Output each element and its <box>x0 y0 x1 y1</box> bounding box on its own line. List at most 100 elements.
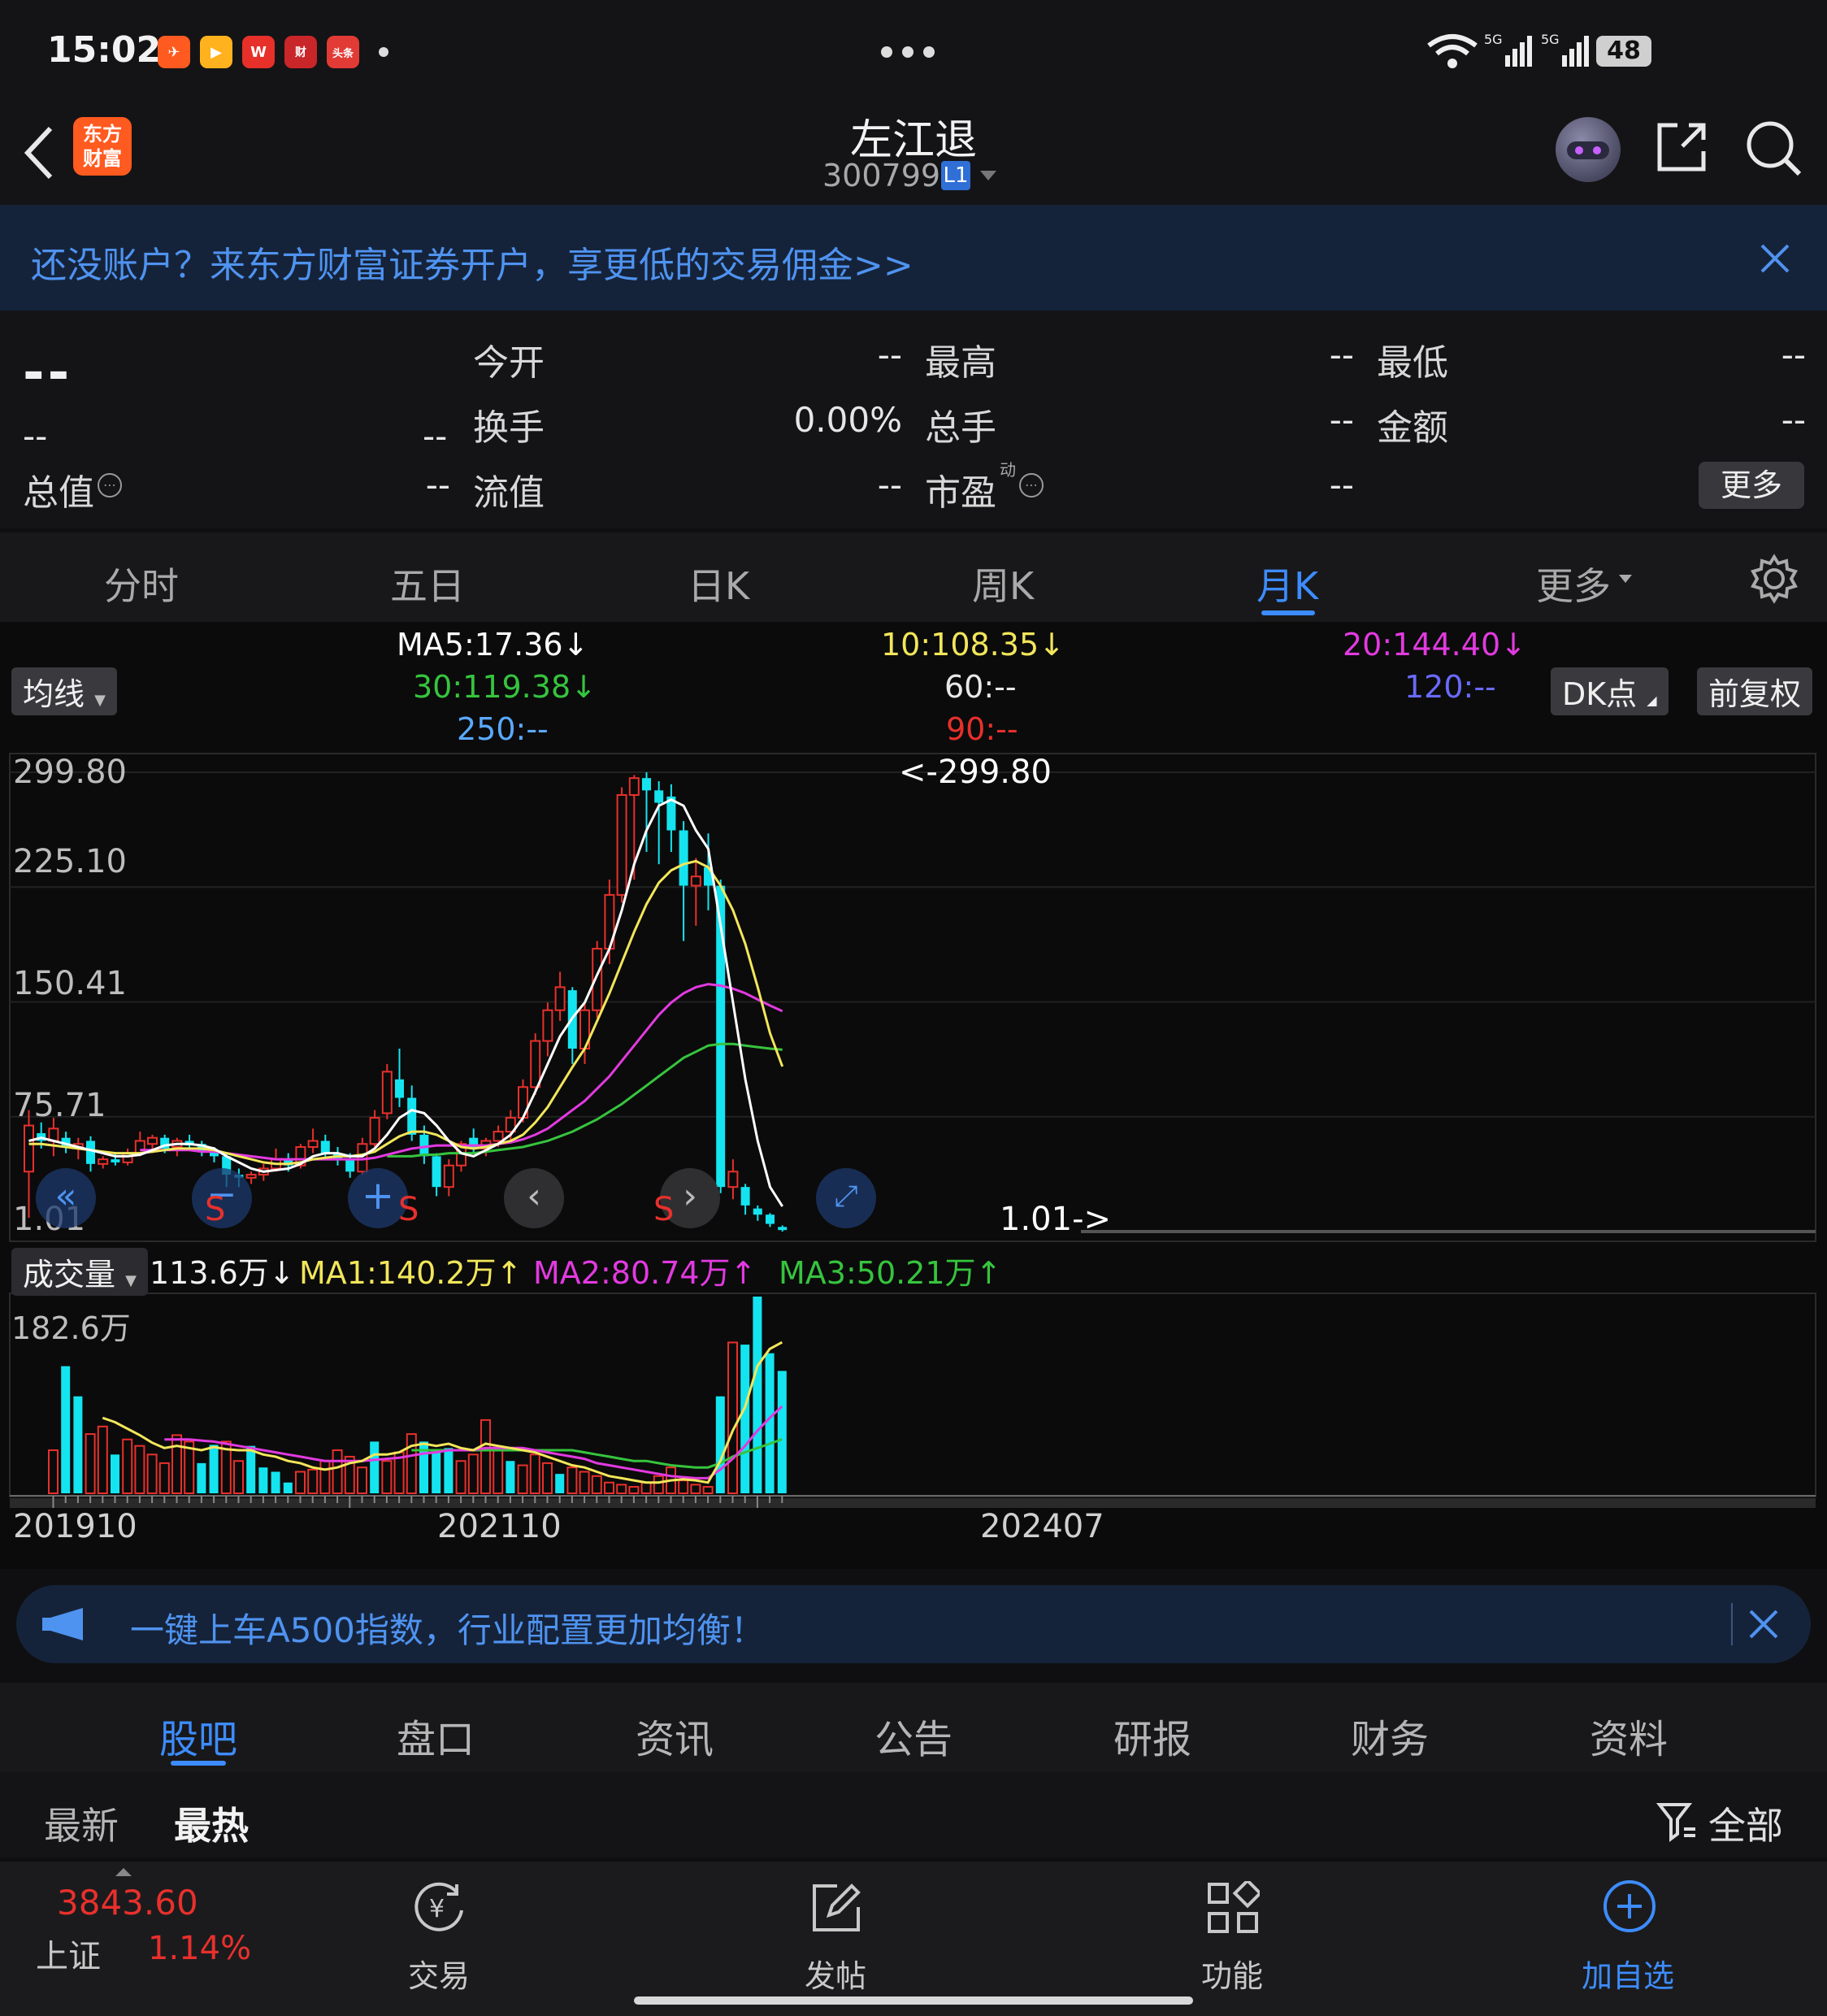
post-sort-bar: 最新 最热 全部 <box>0 1772 1827 1857</box>
candle-body-up <box>443 1164 454 1188</box>
value-amount: -- <box>1781 400 1806 440</box>
tab-guba[interactable]: 股吧 <box>159 1707 237 1764</box>
tab-more[interactable]: 更多 <box>1536 557 1611 610</box>
banner-close-icon[interactable] <box>1757 241 1793 276</box>
label-low: 最低 <box>1377 342 1448 384</box>
index-value[interactable]: 3843.60 <box>57 1883 198 1923</box>
zoom-out-left-icon[interactable]: « <box>36 1168 96 1228</box>
nav-add-watchlist[interactable]: 加自选 <box>1582 1951 1674 1996</box>
volume-bar-up <box>702 1486 714 1495</box>
promo-notice[interactable]: 一键上车A500指数，行业配置更加均衡！ <box>16 1585 1811 1663</box>
add-watchlist-icon[interactable] <box>1601 1878 1658 1935</box>
volume-bar-up <box>158 1462 170 1495</box>
post-edit-icon[interactable] <box>809 1881 863 1935</box>
tab-finance[interactable]: 财务 <box>1351 1707 1429 1764</box>
search-icon[interactable] <box>1742 117 1804 179</box>
filter-icon[interactable] <box>1656 1801 1697 1842</box>
tab-announcement[interactable]: 公告 <box>874 1707 953 1764</box>
tab-weekly-k[interactable]: 周K <box>972 557 1034 610</box>
sort-hot[interactable]: 最热 <box>174 1797 249 1850</box>
volume-bar-down <box>271 1471 280 1493</box>
market-cap-info-icon[interactable]: ⋯ <box>98 473 122 497</box>
banner-text[interactable]: 还没账户？来东方财富证券开户，享更低的交易佣金>> <box>31 236 914 288</box>
candle-body-down <box>86 1141 95 1164</box>
fullscreen-icon[interactable]: ⤢ <box>816 1168 876 1228</box>
tab-pankou[interactable]: 盘口 <box>397 1707 475 1764</box>
app-icon-2: ▶ <box>200 36 232 68</box>
status-bar: 15:02 ✈ ▶ W 财 头条 5G 5G 48 <box>0 0 1827 106</box>
nav-trade[interactable]: 交易 <box>408 1951 470 1996</box>
tab-intraday[interactable]: 分时 <box>104 557 179 610</box>
volume-indicator-button[interactable]: 成交量 ▼ <box>11 1248 148 1296</box>
low-annotation: 1.01-> <box>1000 1201 1112 1238</box>
label-high: 最高 <box>925 342 996 384</box>
volume-panel-frame <box>9 1293 1816 1497</box>
tab-research[interactable]: 研报 <box>1113 1707 1191 1764</box>
app-icon-wps: W <box>242 36 275 68</box>
bottom-nav: 3843.60 上证 1.14% ¥ 交易 发帖 功能 加自选 <box>0 1862 1827 2016</box>
volume-ma2: MA2:80.74万↑ <box>533 1255 757 1291</box>
candle-body-down <box>111 1159 120 1162</box>
notice-divider <box>1731 1603 1733 1645</box>
price-change-pct: -- <box>423 416 448 456</box>
volume-bar-up <box>295 1471 306 1495</box>
tab-profile[interactable]: 资料 <box>1590 1707 1668 1764</box>
volume-bar-up <box>640 1481 652 1494</box>
nav-functions[interactable]: 功能 <box>1201 1951 1263 1996</box>
candle-body-up <box>727 1171 739 1188</box>
notification-dot-icon <box>379 47 388 57</box>
index-expand-icon[interactable] <box>115 1868 132 1876</box>
candle-body-up <box>122 1152 133 1163</box>
settings-gear-icon[interactable] <box>1749 554 1799 604</box>
more-dots-icon <box>881 46 935 61</box>
filter-all[interactable]: 全部 <box>1708 1797 1783 1850</box>
notice-text[interactable]: 一键上车A500指数，行业配置更加均衡！ <box>130 1603 765 1653</box>
tab-five-day[interactable]: 五日 <box>390 557 465 610</box>
code-dropdown-icon[interactable] <box>980 171 996 180</box>
volume-ma3: MA3:50.21万↑ <box>779 1255 1002 1291</box>
ma20-line <box>140 983 783 1161</box>
tab-daily-k[interactable]: 日K <box>688 557 749 610</box>
date-axis-2: 202407 <box>980 1508 1104 1545</box>
notice-close-icon[interactable] <box>1747 1608 1780 1640</box>
functions-grid-icon[interactable] <box>1206 1881 1260 1935</box>
more-quote-button[interactable]: 更多 <box>1699 462 1804 509</box>
candle-body-up <box>369 1117 380 1145</box>
trade-yen-icon[interactable]: ¥ <box>411 1881 470 1933</box>
tab-news[interactable]: 资讯 <box>636 1707 714 1764</box>
share-icon[interactable] <box>1653 119 1710 176</box>
scroll-left-icon[interactable]: ‹ <box>504 1168 564 1228</box>
volume-bar-up <box>727 1341 738 1494</box>
candle-body-down <box>432 1156 441 1188</box>
signal-sell-mark-1: S <box>205 1191 226 1228</box>
value-turnover: 0.00% <box>793 400 902 440</box>
volume-bar-up <box>678 1479 689 1495</box>
candle-body-up <box>134 1140 145 1154</box>
sort-latest[interactable]: 最新 <box>44 1797 119 1850</box>
stock-header: 东方 财富 左江退 300799 L1 <box>0 106 1827 205</box>
tab-monthly-k[interactable]: 月K <box>1256 557 1318 610</box>
candle-body-down <box>654 790 664 803</box>
candle-body-up <box>493 1131 504 1142</box>
nav-post[interactable]: 发帖 <box>805 1951 866 1996</box>
stock-code[interactable]: 300799 <box>822 158 940 193</box>
label-amount: 金额 <box>1377 407 1448 449</box>
candle-body-down <box>345 1159 355 1172</box>
volume-bar-up <box>332 1449 343 1495</box>
status-time: 15:02 <box>47 29 162 71</box>
volume-bar-up <box>517 1464 528 1494</box>
candle-body-down <box>395 1079 404 1098</box>
volume-bar-down <box>715 1396 725 1493</box>
volume-bar-down <box>444 1448 453 1493</box>
volume-bar-up <box>628 1486 640 1495</box>
account-banner[interactable]: 还没账户？来东方财富证券开户，享更低的交易佣金>> <box>0 205 1827 311</box>
pe-info-icon[interactable]: ⋯ <box>1019 473 1044 497</box>
candle-body-down <box>740 1187 750 1206</box>
label-pe: 市盈 <box>925 472 996 514</box>
tab-more-dropdown-icon[interactable] <box>1619 575 1632 583</box>
back-icon[interactable] <box>20 122 59 184</box>
volume-bar-down <box>370 1441 380 1493</box>
candle-body-down <box>679 830 688 886</box>
volume-ma1: MA1:140.2万↑ <box>299 1255 523 1291</box>
robot-assistant-icon[interactable] <box>1556 117 1621 182</box>
